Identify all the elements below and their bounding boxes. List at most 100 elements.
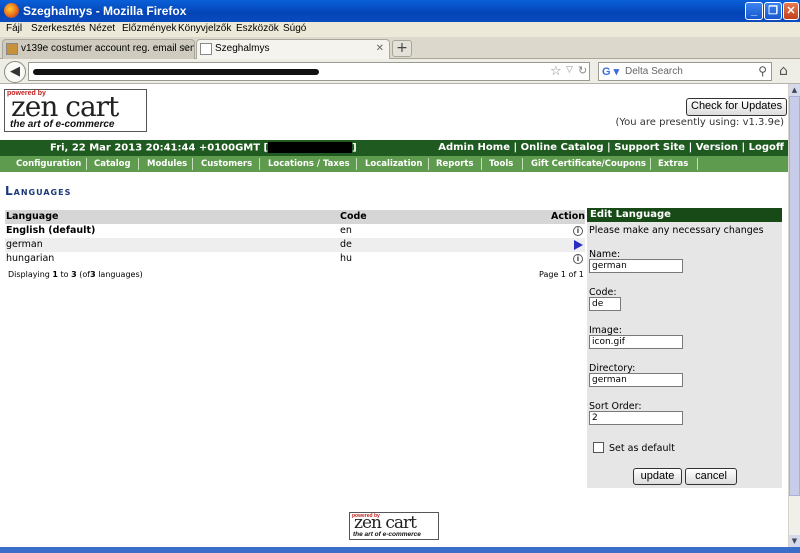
separator: | [513, 142, 518, 153]
nav-divider [522, 158, 523, 170]
link-logoff[interactable]: Logoff [749, 142, 784, 153]
nav-locations-taxes[interactable]: Locations / Taxes [268, 159, 350, 169]
displaying-from: 1 [52, 270, 58, 279]
displaying-prefix: Displaying [8, 270, 50, 279]
directory-input[interactable] [589, 373, 683, 387]
footer-logo-brand: zen cart [354, 513, 417, 533]
favicon-icon [6, 43, 18, 55]
close-tab-icon[interactable]: ✕ [181, 43, 189, 54]
table-row[interactable]: English (default) en i [5, 224, 585, 238]
search-box[interactable]: G ▾ Delta Search ⚲ [598, 62, 772, 81]
nav-reports[interactable]: Reports [436, 159, 474, 169]
nav-extras[interactable]: Extras [658, 159, 688, 169]
name-input[interactable] [589, 259, 683, 273]
date-bracket: ] [352, 142, 357, 154]
date-time: Fri, 22 Mar 2013 20:41:44 +0100GMT [] [50, 142, 357, 154]
displaying-suffix: languages) [98, 270, 143, 279]
bookmark-star-icon[interactable]: ☆ [550, 64, 562, 79]
scroll-down-icon[interactable]: ▼ [789, 535, 800, 547]
admin-header-bar: Fri, 22 Mar 2013 20:41:44 +0100GMT [] Ad… [0, 140, 788, 156]
menu-bookmarks[interactable]: Könyvjelzők [178, 23, 231, 34]
reload-icon[interactable]: ↻ [578, 64, 587, 77]
minimize-button[interactable]: _ [745, 2, 763, 20]
nav-catalog[interactable]: Catalog [94, 159, 131, 169]
menu-help[interactable]: Súgó [283, 23, 306, 34]
table-row[interactable]: hungarian hu i [5, 252, 585, 266]
nav-modules[interactable]: Modules [147, 159, 187, 169]
image-input[interactable] [589, 335, 683, 349]
tab-account-reg[interactable]: v139e costumer account reg. email sent i… [2, 39, 195, 59]
nav-configuration[interactable]: Configuration [16, 159, 81, 169]
language-code: de [340, 239, 352, 250]
nav-localization[interactable]: Localization [365, 159, 422, 169]
window-title: Szeghalmys - Mozilla Firefox [23, 4, 187, 18]
scroll-up-icon[interactable]: ▲ [789, 84, 800, 96]
nav-tools[interactable]: Tools [489, 159, 513, 169]
nav-divider [192, 158, 193, 170]
version-info: (You are presently using: v1.3.9e) [615, 117, 784, 128]
tab-bar: v139e costumer account reg. email sent i… [0, 37, 800, 59]
sort-order-input[interactable] [589, 411, 683, 425]
menu-history[interactable]: Előzmények [122, 23, 176, 34]
nav-divider [356, 158, 357, 170]
menu-bar: Fájl Szerkesztés Nézet Előzmények Könyvj… [0, 22, 800, 37]
link-online-catalog[interactable]: Online Catalog [521, 142, 604, 153]
nav-customers[interactable]: Customers [201, 159, 252, 169]
code-input[interactable] [589, 297, 621, 311]
check-for-updates-button[interactable]: Check for Updates [686, 98, 788, 116]
close-button[interactable]: ✕ [783, 2, 799, 20]
navigation-toolbar: ◀ ☆ ▽ ↻ G ▾ Delta Search ⚲ ⌂ [0, 59, 800, 84]
admin-nav-bar: Configuration Catalog Modules Customers … [0, 156, 788, 172]
restore-button[interactable]: ❐ [764, 2, 782, 20]
date-text: Fri, 22 Mar 2013 20:41:44 +0100GMT [ [50, 142, 269, 154]
zencart-logo[interactable]: powered by zen cart the art of e-commerc… [4, 89, 147, 132]
cancel-button[interactable]: cancel [685, 468, 737, 485]
link-admin-home[interactable]: Admin Home [438, 142, 510, 153]
vertical-scrollbar[interactable]: ▲ ▼ [788, 84, 800, 547]
logo-tagline: the art of e-commerce [10, 119, 115, 130]
page-title: Languages [5, 184, 72, 198]
menu-tools[interactable]: Eszközök [236, 23, 279, 34]
new-tab-button[interactable]: + [392, 40, 412, 57]
set-default-checkbox[interactable] [593, 442, 604, 453]
menu-edit[interactable]: Szerkesztés [31, 23, 85, 34]
nav-divider [259, 158, 260, 170]
table-row[interactable]: german de [5, 238, 585, 252]
info-icon[interactable]: i [573, 254, 583, 264]
link-version[interactable]: Version [696, 142, 738, 153]
status-bar [0, 547, 800, 553]
redacted-url [33, 69, 319, 75]
link-support-site[interactable]: Support Site [614, 142, 685, 153]
language-code: en [340, 225, 352, 236]
col-action: Action [551, 211, 586, 222]
page-icon [200, 43, 212, 55]
nav-gift-certificates[interactable]: Gift Certificate/Coupons [531, 159, 646, 169]
scroll-thumb[interactable] [789, 96, 800, 496]
footer-zencart-logo[interactable]: powered by zen cart the art of e-commerc… [349, 512, 439, 540]
nav-divider [650, 158, 651, 170]
displaying-count: Displaying 1 to 3 (of3 languages) [8, 270, 143, 279]
language-name: English (default) [6, 225, 96, 236]
menu-view[interactable]: Nézet [89, 23, 115, 34]
menu-file[interactable]: Fájl [6, 23, 22, 34]
url-bar[interactable]: ☆ ▽ ↻ [28, 62, 590, 81]
separator: | [688, 142, 693, 153]
update-button[interactable]: update [633, 468, 682, 485]
footer-logo-tagline: the art of e-commerce [353, 531, 421, 538]
chevron-down-icon[interactable]: ▽ [566, 65, 573, 75]
search-icon[interactable]: ⚲ [758, 64, 767, 78]
close-tab-icon[interactable]: ✕ [376, 43, 384, 54]
home-icon[interactable]: ⌂ [779, 63, 788, 79]
tab-szeghalmys[interactable]: Szeghalmys ✕ [196, 39, 390, 59]
edit-heading: Edit Language [587, 208, 782, 222]
language-name: german [6, 239, 43, 250]
firefox-icon [4, 3, 19, 18]
separator: | [741, 142, 746, 153]
displaying-of: (of [79, 270, 91, 279]
search-engine-icon[interactable]: G ▾ [602, 65, 619, 78]
redacted-ip [268, 142, 353, 153]
set-default-label: Set as default [609, 443, 675, 454]
back-arrow-icon[interactable]: ◀ [4, 61, 26, 83]
window-titlebar: Szeghalmys - Mozilla Firefox _ ❐ ✕ [0, 0, 800, 22]
info-icon[interactable]: i [573, 226, 583, 236]
